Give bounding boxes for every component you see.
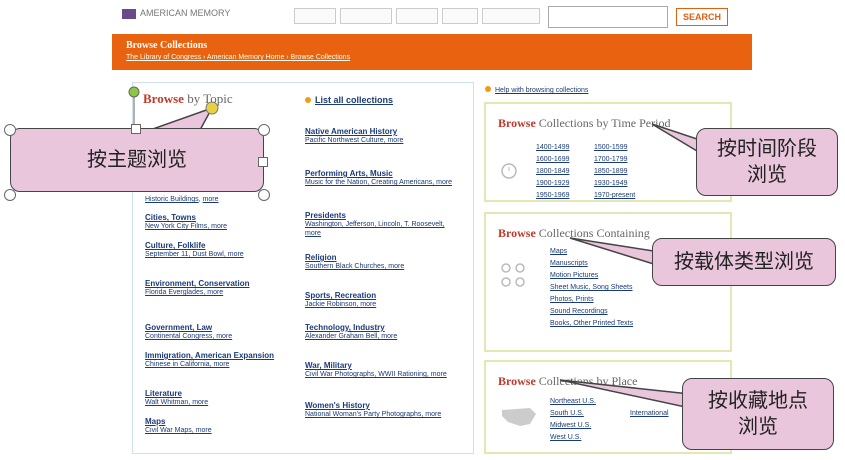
resize-handle[interactable] xyxy=(4,124,16,136)
adjust-handle-icon xyxy=(205,101,219,115)
media-callout-pointer xyxy=(569,237,661,268)
time-callout[interactable]: 按时间阶段 浏览 xyxy=(696,128,838,196)
resize-handle[interactable] xyxy=(258,189,270,201)
place-callout-pointer xyxy=(559,379,691,409)
place-callout[interactable]: 按收藏地点 浏览 xyxy=(682,378,834,450)
rotate-handle-icon xyxy=(128,86,140,98)
resize-handle[interactable] xyxy=(258,157,268,167)
resize-handle[interactable] xyxy=(131,124,141,134)
topic-callout[interactable]: 按主题浏览 xyxy=(10,128,264,192)
media-callout[interactable]: 按载体类型浏览 xyxy=(652,238,836,286)
resize-handle[interactable] xyxy=(258,124,270,136)
topic-callout-pointer xyxy=(149,106,214,131)
resize-handle[interactable] xyxy=(4,189,16,201)
